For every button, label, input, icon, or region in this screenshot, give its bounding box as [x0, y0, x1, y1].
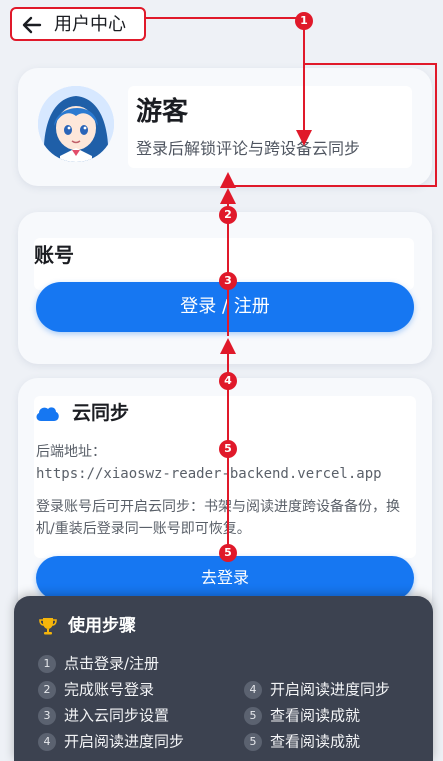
step-item: 4 开启阅读进度同步	[38, 730, 184, 752]
backend-label: 后端地址：	[36, 444, 106, 460]
annotation-marker: 2	[219, 206, 237, 224]
annotation-marker: 3	[219, 272, 237, 290]
step-item: 1 点击登录/注册	[38, 652, 159, 674]
step-item: 4 开启阅读进度同步	[244, 678, 390, 700]
trophy-icon	[39, 618, 57, 635]
step-text: 查看阅读成就	[270, 706, 361, 725]
step-number: 4	[38, 732, 56, 751]
goto-login-button[interactable]: 去登录	[36, 556, 414, 600]
cloud-sync-description: 登录账号后可开启云同步：书架与阅读进度跨设备备份，换机/重装后登录同一账号即可恢…	[36, 499, 400, 537]
step-number: 3	[38, 706, 56, 725]
step-text: 查看阅读成就	[270, 732, 361, 751]
step-number: 5	[244, 732, 262, 751]
annotation-marker: 5	[219, 544, 237, 562]
annotation-marker: 4	[219, 372, 237, 390]
page-title: 用户中心	[54, 14, 126, 35]
arrow-left-icon	[22, 16, 42, 34]
cloud-sync-title: 云同步	[72, 402, 130, 424]
step-text: 点击登录/注册	[64, 654, 160, 673]
step-item: 2 完成账号登录	[38, 678, 154, 700]
step-number: 5	[244, 706, 262, 725]
steps-title: 使用步骤	[68, 616, 136, 636]
step-text: 完成账号登录	[64, 680, 155, 699]
cloud-icon	[36, 407, 59, 421]
backend-url: https://xiaoswz-reader-backend.vercel.ap…	[36, 466, 382, 482]
annotation-marker: 5	[219, 440, 237, 458]
step-number: 4	[244, 680, 262, 699]
usage-steps-panel: 使用步骤 1 点击登录/注册 2 完成账号登录 3 进入云同步设置 4 开启阅读进度同步…	[14, 596, 433, 761]
profile-name: 游客	[136, 97, 189, 127]
step-item: 5 查看阅读成就	[244, 704, 360, 726]
step-item: 5 查看阅读成就	[244, 730, 360, 752]
step-number: 1	[38, 654, 56, 673]
step-number: 2	[38, 680, 56, 699]
header-back-button[interactable]: 用户中心	[10, 7, 146, 41]
step-text: 进入云同步设置	[64, 706, 170, 725]
profile-card[interactable]: 游客 登录后解锁评论与跨设备云同步	[18, 68, 432, 186]
profile-info: 游客 登录后解锁评论与跨设备云同步	[128, 86, 412, 168]
step-text: 开启阅读进度同步	[270, 680, 391, 699]
profile-subtitle: 登录后解锁评论与跨设备云同步	[136, 139, 361, 158]
step-text: 开启阅读进度同步	[64, 732, 185, 751]
avatar	[38, 86, 114, 162]
account-title: 账号	[34, 243, 74, 267]
annotation-marker: 1	[295, 12, 313, 30]
step-item: 3 进入云同步设置	[38, 704, 169, 726]
